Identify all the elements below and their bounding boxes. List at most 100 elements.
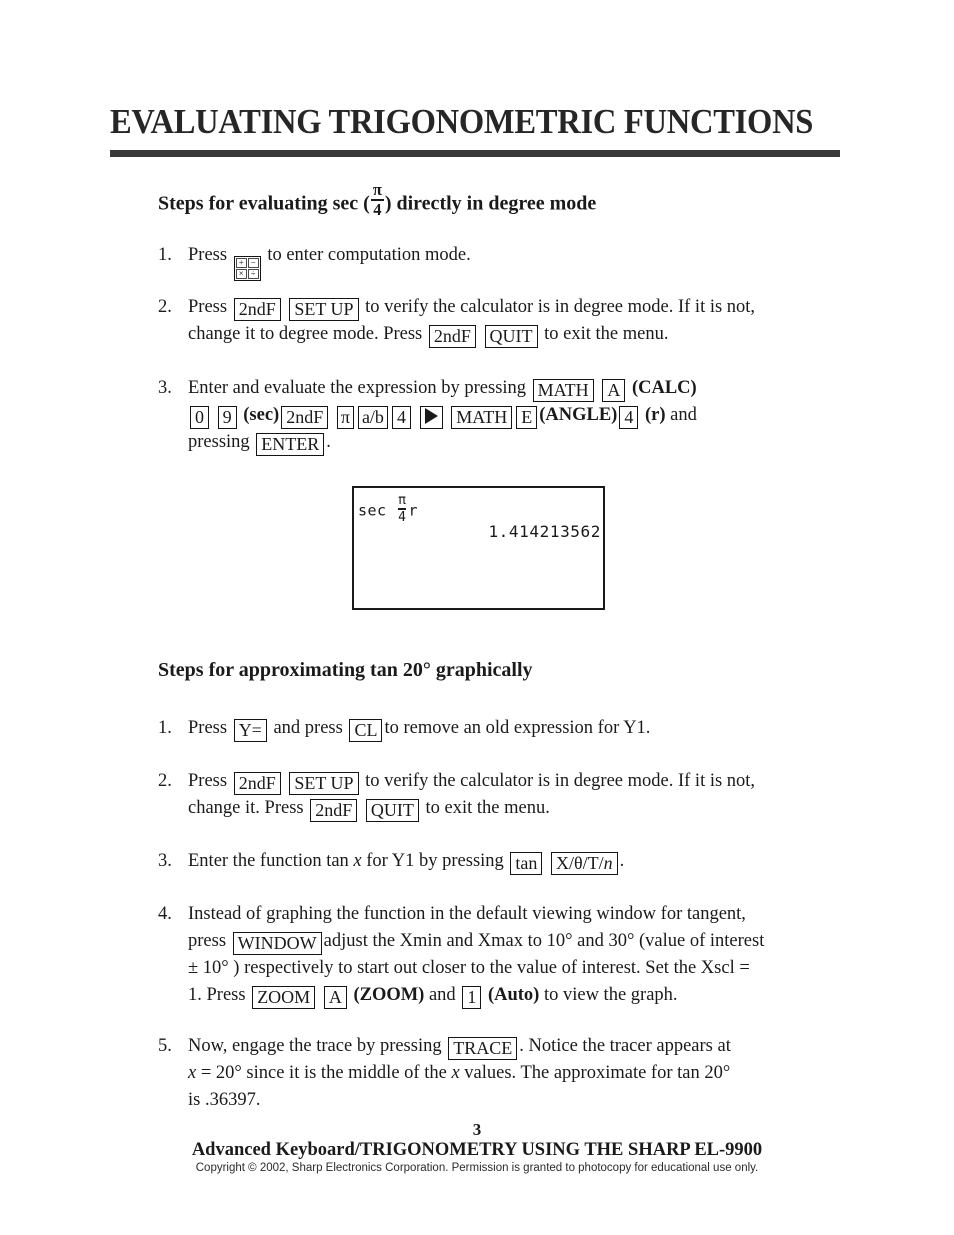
section-heading-2: Steps for approximating tan 20° graphica… — [158, 659, 533, 681]
key-window[interactable]: WINDOW — [232, 932, 322, 955]
step-line: 0 9 (sec) 2ndF π a/b 4 MATH E (ANGLE) 4 (r) an… — [188, 402, 818, 429]
section-heading-1-prefix: Steps for evaluating sec ( — [158, 192, 370, 215]
key-a[interactable]: A — [602, 379, 626, 402]
step-line: 1. Press ZOOM A (ZOOM) and 1 (Auto) to v… — [188, 982, 818, 1009]
step-line: ± 10° ) respectively to start out closer… — [188, 958, 750, 978]
step-text: Press — [188, 771, 228, 791]
step-text: . Notice the tracer appears at — [519, 1036, 731, 1056]
key-quit[interactable]: QUIT — [365, 799, 419, 822]
calc-unit-radian: r — [408, 501, 418, 520]
key-enter[interactable]: ENTER — [256, 433, 325, 456]
step-text: to view the graph. — [543, 985, 678, 1005]
key-right-arrow[interactable] — [419, 406, 443, 429]
key-x-theta-t-n[interactable]: X/θ/T/n — [551, 852, 618, 875]
key-trace[interactable]: TRACE — [448, 1037, 518, 1060]
key-zoom[interactable]: ZOOM — [252, 986, 316, 1009]
key-y-equals[interactable]: Y= — [233, 719, 267, 742]
key-tan[interactable]: tan — [510, 852, 543, 875]
key-a-over-b[interactable]: a/b — [357, 406, 388, 429]
page-number: 3 — [472, 1120, 482, 1139]
title-block: EVALUATING TRIGONOMETRIC FUNCTIONS — [110, 100, 840, 157]
key-cl[interactable]: CL — [349, 719, 383, 742]
variable-x: x — [451, 1063, 460, 1083]
calc-fraction-denominator: 4 — [398, 509, 407, 525]
step-number: 2. — [158, 297, 172, 317]
step-text: . — [619, 851, 625, 871]
step-text: and — [670, 405, 697, 425]
key-2ndf[interactable]: 2ndF — [310, 799, 358, 822]
fraction-denominator: 4 — [373, 200, 382, 220]
step-text: Enter the function tan — [188, 851, 349, 871]
section-heading-1-suffix: ) directly in degree mode — [384, 192, 597, 215]
step-text: change it to degree mode. Press — [188, 324, 423, 344]
calculator-result: 1.414213562 — [488, 522, 601, 541]
variable-x: x — [188, 1063, 197, 1083]
step-text: change it. Press — [188, 798, 304, 818]
step-text: for Y1 by pressing — [366, 851, 504, 871]
key-4[interactable]: 4 — [391, 406, 411, 429]
step-number: 3. — [158, 851, 172, 871]
key-label-sec: (sec) — [243, 405, 280, 425]
key-0[interactable]: 0 — [190, 406, 209, 429]
mode-key-icon[interactable]: + − × ÷ — [233, 256, 261, 281]
step-number: 1. — [158, 245, 172, 265]
key-x-theta-t-n-prefix: X/θ/T/ — [556, 853, 604, 873]
calc-function-name: sec — [358, 501, 387, 520]
key-label-angle: (ANGLE) — [539, 405, 618, 425]
step-number: 2. — [158, 771, 172, 791]
calculator-screen: sec π4r 1.414213562 — [352, 486, 605, 610]
key-2ndf[interactable]: 2ndF — [428, 325, 476, 348]
fraction-numerator: π — [372, 180, 382, 199]
step-text: to enter computation mode. — [267, 245, 471, 265]
step-text: Press — [188, 297, 228, 317]
step-number: 5. — [158, 1036, 172, 1056]
key-2ndf[interactable]: 2ndF — [233, 298, 281, 321]
step-line: change it to degree mode. Press 2ndF QUI… — [188, 321, 818, 348]
step-text: values. The approximate for tan 20° — [464, 1063, 731, 1083]
key-a[interactable]: A — [323, 986, 347, 1009]
step-2-5: 5. Now, engage the trace by pressing TRA… — [158, 1033, 818, 1114]
right-triangle-icon — [424, 408, 438, 424]
step-text: and press — [273, 718, 343, 738]
key-9[interactable]: 9 — [217, 406, 237, 429]
step-text: adjust the Xmin and Xmax to 10° and 30° … — [323, 931, 765, 951]
key-math[interactable]: MATH — [451, 406, 513, 429]
step-text: press — [188, 931, 227, 951]
step-text: Press — [188, 245, 228, 265]
page-title: EVALUATING TRIGONOMETRIC FUNCTIONS — [110, 102, 814, 141]
step-line: Enter the function tan x for Y1 by press… — [188, 848, 818, 875]
calculator-expression: sec π4r — [358, 494, 418, 524]
document-page: EVALUATING TRIGONOMETRIC FUNCTIONS Steps… — [0, 0, 954, 1235]
calc-fraction-numerator: π — [398, 493, 407, 508]
step-line: Press 2ndF SET UP to verify the calculat… — [188, 768, 818, 795]
key-setup[interactable]: SET UP — [289, 298, 359, 321]
variable-x: x — [353, 851, 362, 871]
step-1-1: 1. Press + − × ÷ to enter computation mo… — [158, 242, 818, 281]
step-1-3: 3. Enter and evaluate the expression by … — [158, 375, 818, 456]
step-text: to exit the menu. — [425, 798, 550, 818]
step-line: is .36397. — [188, 1090, 261, 1110]
key-1[interactable]: 1 — [462, 986, 482, 1009]
key-quit[interactable]: QUIT — [484, 325, 538, 348]
step-number: 4. — [158, 904, 172, 924]
step-text: 1. Press — [188, 985, 246, 1005]
key-math[interactable]: MATH — [532, 379, 594, 402]
step-line: Press + − × ÷ to enter computation mode. — [188, 242, 818, 281]
step-text: to verify the calculator is in degree mo… — [365, 771, 756, 791]
key-setup[interactable]: SET UP — [289, 772, 359, 795]
mode-cell-minus: − — [247, 258, 259, 268]
key-e[interactable]: E — [516, 406, 538, 429]
step-text: . — [326, 432, 331, 452]
mode-cell-plus: + — [235, 258, 247, 268]
step-text: pressing — [188, 432, 250, 452]
footer-title: Advanced Keyboard/TRIGONOMETRY USING THE… — [191, 1140, 763, 1160]
step-number: 1. — [158, 718, 172, 738]
step-text: to remove an old expression for Y1. — [384, 718, 651, 738]
key-2ndf[interactable]: 2ndF — [233, 772, 281, 795]
key-pi[interactable]: π — [336, 406, 354, 429]
key-2ndf[interactable]: 2ndF — [281, 406, 329, 429]
key-4[interactable]: 4 — [619, 406, 639, 429]
step-1-2: 2. Press 2ndF SET UP to verify the calcu… — [158, 294, 818, 348]
step-2-1: 1. Press Y= and press CL to remove an old… — [158, 715, 818, 742]
key-label-zoom: (ZOOM) — [353, 985, 425, 1005]
